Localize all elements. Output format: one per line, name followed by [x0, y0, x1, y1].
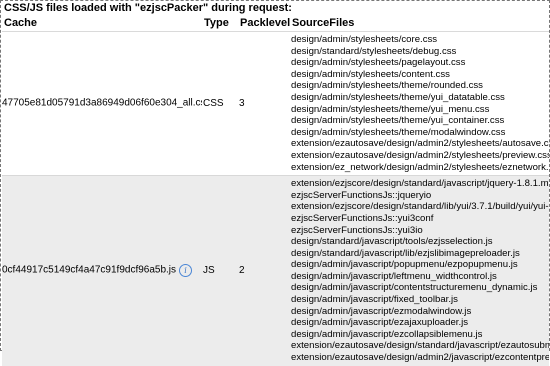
source-file: extension/ezjscore/design/standard/javas… — [291, 178, 549, 190]
source-file: ezjscServerFunctionsJs::jqueryio — [291, 189, 432, 201]
packlevel-cell: 3 — [238, 30, 290, 176]
source-file: ezjscServerFunctionsJs::yui3conf — [291, 212, 434, 224]
source-file: extension/ezjscore/design/standard/lib/y… — [291, 201, 549, 213]
source-file: extension/ezautosave/design/admin2/style… — [291, 138, 549, 150]
type-cell: CSS — [202, 30, 238, 176]
cache-cell: 0cf44917c5149cf4a47c91f9dcf96a5b.js i — [2, 175, 202, 366]
cache-filename: 47705e81d05791d3a86949d06f60e304_all.css — [2, 97, 202, 109]
cache-filename: 0cf44917c5149cf4a47c91f9dcf96a5b.js — [2, 265, 177, 277]
column-header-sourcefiles: SourceFiles — [292, 17, 355, 29]
source-file: design/admin/javascript/popupmenu/ezpopu… — [291, 259, 518, 271]
source-file: design/standard/javascript/lib/ezjslibim… — [291, 247, 520, 259]
sourcefiles-cell: design/admin/stylesheets/core.css design… — [290, 30, 549, 176]
type-cell: JS — [202, 175, 238, 366]
source-file: design/admin/stylesheets/theme/yui_menu.… — [291, 103, 490, 115]
source-file: design/admin/stylesheets/content.css — [291, 68, 450, 80]
source-file: design/admin/stylesheets/theme/rounded.c… — [291, 80, 483, 92]
source-file: extension/ezautosave/design/admin2/javas… — [291, 352, 549, 364]
panel-title: CSS/JS files loaded with "ezjscPacker" d… — [4, 2, 292, 14]
info-icon[interactable]: i — [179, 264, 193, 278]
table-header-row: Cache Type Packlevel SourceFiles — [2, 15, 549, 32]
packer-files-table: Cache Type Packlevel SourceFiles 47705e8… — [2, 15, 549, 366]
source-file: design/admin/stylesheets/pagelayout.css — [291, 57, 466, 69]
source-file: design/admin/javascript/ezajaxuploader.j… — [291, 317, 469, 329]
source-file: extension/ezautosave/design/admin2/style… — [291, 149, 549, 161]
source-file: design/admin/javascript/contentstructure… — [291, 282, 538, 294]
source-file: ezjscServerFunctionsJs::yui3io — [291, 224, 423, 236]
sourcefiles-cell: extension/ezjscore/design/standard/javas… — [290, 175, 549, 366]
source-file: design/admin/stylesheets/theme/yui_conta… — [291, 115, 505, 127]
source-file: extension/ez_network/design/admin2/style… — [291, 161, 549, 173]
debug-panel: CSS/JS files loaded with "ezjscPacker" d… — [0, 0, 550, 366]
source-file: design/admin/stylesheets/core.css — [291, 34, 438, 45]
source-file: design/standard/stylesheets/debug.css — [291, 45, 457, 57]
column-header-cache: Cache — [4, 17, 38, 29]
source-file: design/admin/javascript/ezcollapsiblemen… — [291, 328, 483, 340]
column-header-packlevel: Packlevel — [240, 17, 291, 29]
column-header-type: Type — [204, 17, 229, 29]
table-row: 0cf44917c5149cf4a47c91f9dcf96a5b.js i JS … — [2, 175, 549, 366]
cache-cell: 47705e81d05791d3a86949d06f60e304_all.css… — [2, 30, 202, 176]
table-row: 47705e81d05791d3a86949d06f60e304_all.css… — [2, 30, 549, 176]
source-file: design/standard/javascript/tools/ezjssel… — [291, 236, 493, 248]
source-file: extension/ezautosave/design/standard/jav… — [291, 340, 549, 352]
source-file: design/admin/javascript/fixed_toolbar.js — [291, 294, 458, 306]
source-file: design/admin/stylesheets/theme/modalwind… — [291, 126, 506, 138]
packlevel-cell: 2 — [238, 175, 290, 366]
source-file: design/admin/stylesheets/theme/yui_datat… — [291, 91, 505, 103]
source-file: design/admin/javascript/ezmodalwindow.js — [291, 305, 472, 317]
source-file: design/admin/javascript/leftmenu_widthco… — [291, 270, 497, 282]
